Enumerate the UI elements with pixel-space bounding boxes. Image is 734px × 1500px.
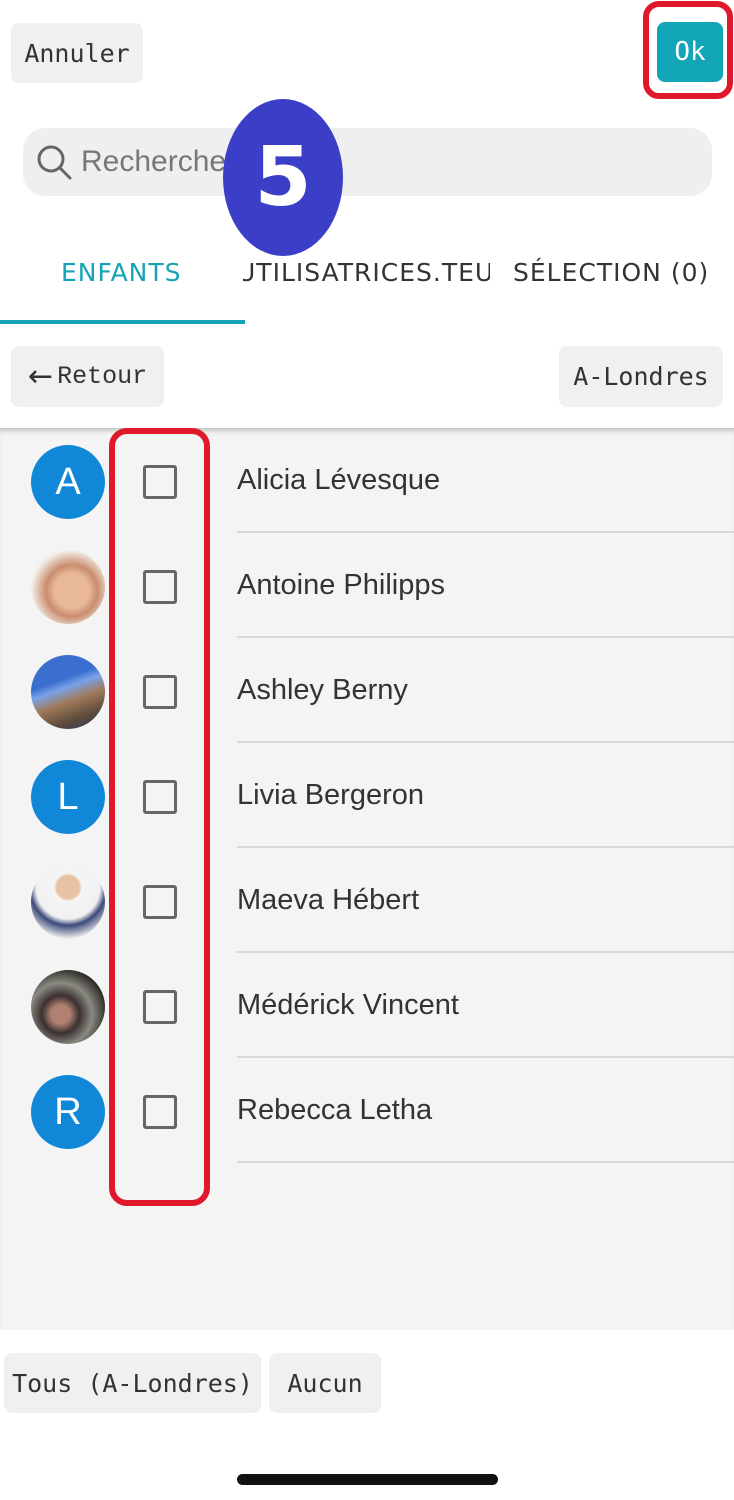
avatar	[31, 865, 105, 939]
avatar	[31, 550, 105, 624]
child-name: Rebecca Letha	[237, 1094, 433, 1126]
divider	[237, 1161, 734, 1163]
search-bar[interactable]	[23, 128, 712, 196]
home-indicator	[237, 1474, 498, 1485]
child-name: Médérick Vincent	[237, 989, 459, 1021]
tab-utilisateurs[interactable]: UTILISATRICES.TEURS	[243, 258, 490, 287]
select-none-button[interactable]: Aucun	[269, 1353, 381, 1413]
child-name: Ashley Berny	[237, 674, 408, 706]
child-name: Livia Bergeron	[237, 779, 424, 811]
group-filter-button[interactable]: A-Londres	[559, 346, 723, 407]
tab-selection[interactable]: SÉLECTION (0)	[513, 258, 709, 287]
search-icon	[37, 145, 72, 180]
tab-enfants[interactable]: ENFANTS	[61, 258, 182, 287]
child-name: Alicia Lévesque	[237, 464, 441, 496]
arrow-left-icon: ←	[27, 359, 54, 394]
avatar: A	[31, 445, 105, 519]
search-input[interactable]	[81, 145, 681, 179]
child-name: Maeva Hébert	[237, 884, 420, 916]
avatar: R	[31, 1075, 105, 1149]
avatar	[31, 655, 105, 729]
select-all-button[interactable]: Tous (A-Londres)	[4, 1353, 261, 1413]
child-name: Antoine Philipps	[237, 569, 445, 601]
back-button-label: Retour	[57, 362, 148, 391]
back-button[interactable]: ← Retour	[11, 346, 164, 407]
avatar	[31, 970, 105, 1044]
ok-button-highlight	[643, 1, 733, 99]
active-tab-indicator	[0, 320, 245, 324]
cancel-button[interactable]: Annuler	[11, 23, 143, 83]
tab-bar: ENFANTS UTILISATRICES.TEURS SÉLECTION (0…	[0, 230, 734, 324]
checkbox-column-highlight	[109, 428, 210, 1206]
avatar: L	[31, 760, 105, 834]
